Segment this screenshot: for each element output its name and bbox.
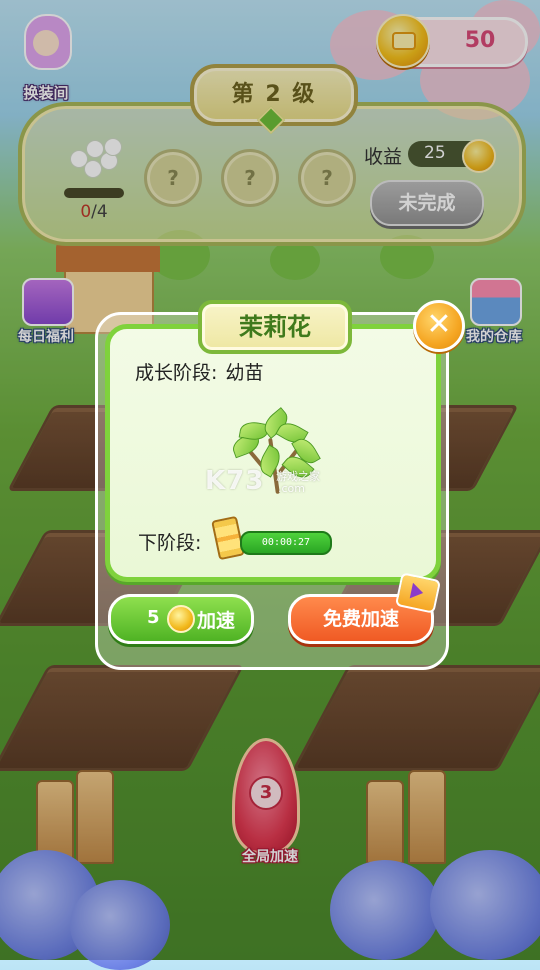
dialog-title: 茉莉花 (198, 300, 352, 354)
close-icon: ✕ (426, 307, 452, 342)
close-button[interactable]: ✕ (413, 300, 465, 352)
coin-speed-up-button[interactable]: 5 加速 (108, 594, 254, 644)
growth-stage-label: 成长阶段 (135, 362, 212, 384)
growth-timer: 00:00:27 (240, 531, 332, 555)
growth-stage-separator: : (211, 362, 218, 384)
watermark-domain: .com (278, 482, 305, 495)
growth-stage-value: 幼苗 (225, 362, 264, 384)
speed-up-cost: 5 (147, 607, 160, 628)
next-stage-label: 下阶段: (138, 532, 202, 554)
watermark-logo: K73 (205, 466, 265, 496)
growth-stage-row: 成长阶段: 幼苗 (135, 358, 263, 385)
coin-icon (167, 605, 195, 633)
speed-up-label: 加速 (197, 610, 236, 632)
